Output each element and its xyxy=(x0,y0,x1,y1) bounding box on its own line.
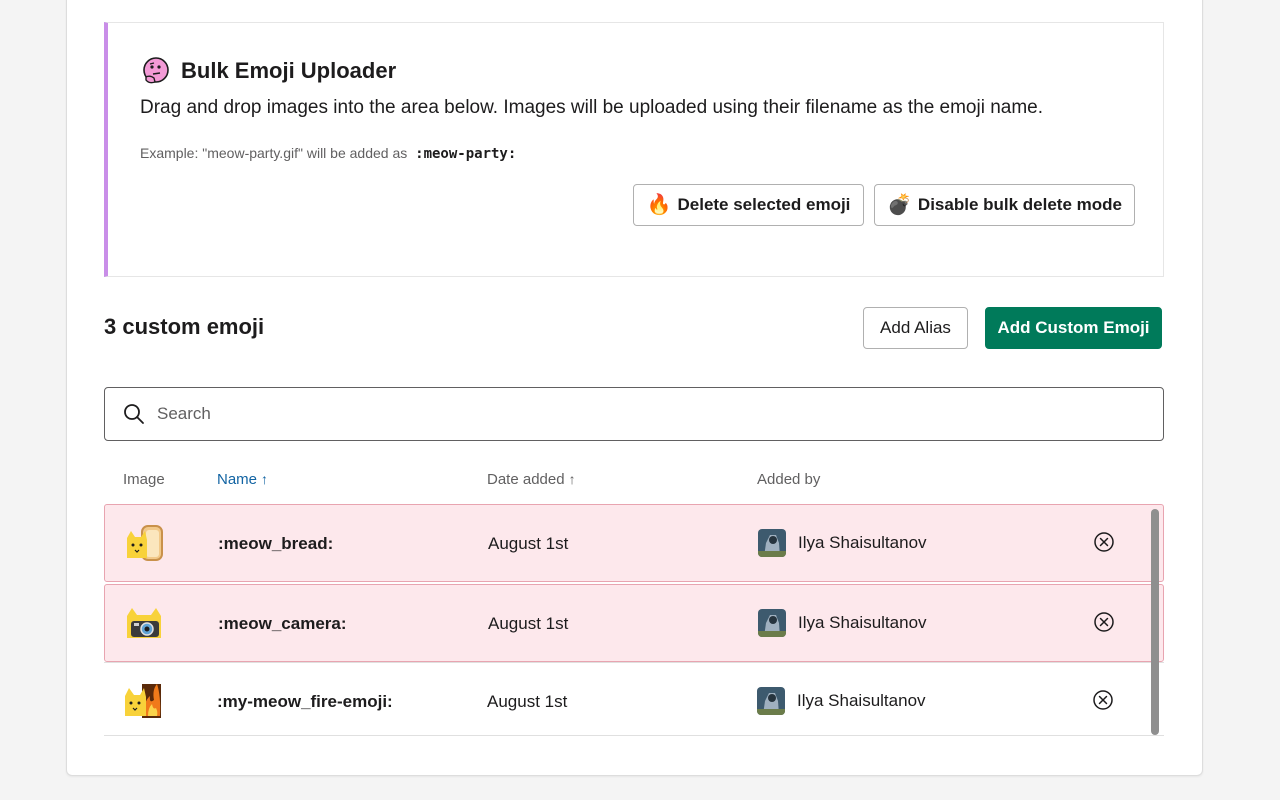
uploader-title-row: Bulk Emoji Uploader xyxy=(140,55,396,87)
add-alias-button[interactable]: Add Alias xyxy=(863,307,968,349)
emoji-name: :meow_camera: xyxy=(218,614,347,633)
bomb-icon: 💣 xyxy=(887,194,912,216)
disable-bulk-delete-label: Disable bulk delete mode xyxy=(917,195,1122,214)
added-by-user[interactable]: Ilya Shaisultanov xyxy=(757,687,926,715)
table-bottom-divider xyxy=(104,735,1164,736)
avatar xyxy=(758,609,786,637)
header-added-by: Added by xyxy=(757,471,821,488)
example-text: Example: "meow-party.gif" will be added … xyxy=(140,145,408,161)
search-box[interactable] xyxy=(104,387,1164,441)
header-date-sort[interactable]: Date added ↑ xyxy=(487,471,576,488)
bulk-uploader-panel[interactable]: Bulk Emoji Uploader Drag and drop images… xyxy=(104,22,1164,277)
delete-selected-label: Delete selected emoji xyxy=(677,195,851,214)
date-added: August 1st xyxy=(488,534,569,553)
remove-emoji-icon[interactable] xyxy=(1093,531,1115,553)
table-scrollbar[interactable] xyxy=(1151,509,1159,735)
uploader-title: Bulk Emoji Uploader xyxy=(181,58,397,83)
date-added: August 1st xyxy=(488,614,569,633)
added-by-user[interactable]: Ilya Shaisultanov xyxy=(758,529,927,557)
header-image: Image xyxy=(123,471,165,488)
table-row[interactable]: :meow_bread: August 1st Ilya Shaisultano… xyxy=(104,504,1164,582)
emoji-name: :meow_bread: xyxy=(218,534,334,553)
search-input[interactable] xyxy=(157,404,1117,424)
search-icon xyxy=(123,403,145,425)
avatar xyxy=(758,529,786,557)
thinking-emoji-icon xyxy=(140,55,172,87)
user-name: Ilya Shaisultanov xyxy=(797,691,926,710)
emoji-count-title: 3 custom emoji xyxy=(104,314,265,339)
delete-selected-emoji-button[interactable]: 🔥 Delete selected emoji xyxy=(633,184,864,226)
avatar xyxy=(757,687,785,715)
header-name-label: Name xyxy=(217,471,258,488)
remove-emoji-icon[interactable] xyxy=(1092,689,1114,711)
example-code: :meow-party: xyxy=(415,146,517,162)
added-by-user[interactable]: Ilya Shaisultanov xyxy=(758,609,927,637)
date-added: August 1st xyxy=(487,692,568,711)
user-name: Ilya Shaisultanov xyxy=(798,613,927,632)
emoji-name: :my-meow_fire-emoji: xyxy=(217,692,393,711)
table-header: Image Name ↑ Date added ↑ Added by xyxy=(104,462,1164,500)
sort-arrow-up-icon: ↑ xyxy=(261,471,269,487)
remove-emoji-icon[interactable] xyxy=(1093,611,1115,633)
user-name: Ilya Shaisultanov xyxy=(798,533,927,552)
header-name-sort[interactable]: Name ↑ xyxy=(217,471,268,488)
table-row[interactable]: :my-meow_fire-emoji: August 1st Ilya Sha… xyxy=(104,662,1164,740)
header-date-label: Date added xyxy=(487,471,565,488)
table-row[interactable]: :meow_camera: August 1st Ilya Shaisultan… xyxy=(104,584,1164,662)
meow-camera-emoji xyxy=(125,604,163,642)
uploader-example: Example: "meow-party.gif" will be added … xyxy=(140,145,516,162)
sort-arrow-up-icon: ↑ xyxy=(568,471,576,487)
uploader-description: Drag and drop images into the area below… xyxy=(140,97,1044,118)
meow-bread-emoji xyxy=(125,524,163,562)
fire-icon: 🔥 xyxy=(646,194,672,216)
meow-fire-emoji xyxy=(124,682,162,720)
add-custom-emoji-button[interactable]: Add Custom Emoji xyxy=(985,307,1162,349)
disable-bulk-delete-button[interactable]: 💣 Disable bulk delete mode xyxy=(874,184,1135,226)
